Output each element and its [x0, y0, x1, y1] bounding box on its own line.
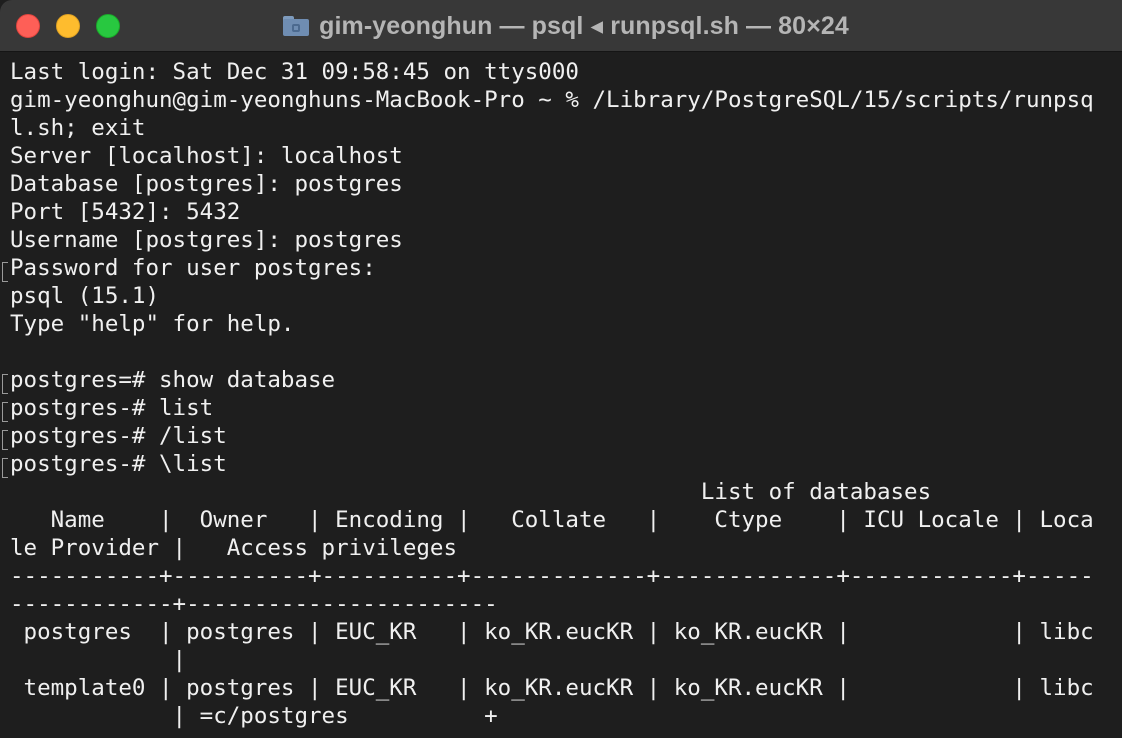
window-title-area: gim-yeonghun — psql ◂ runpsql.sh — 80×24 [0, 0, 1122, 52]
terminal-line: psql (15.1) [10, 283, 160, 309]
prompt-mark-icon [2, 374, 8, 394]
title-bar[interactable]: gim-yeonghun — psql ◂ runpsql.sh — 80×24 [0, 0, 1122, 52]
terminal-line: le Provider | Access privileges [10, 535, 458, 561]
terminal-line: Last login: Sat Dec 31 09:58:45 on ttys0… [10, 59, 579, 85]
terminal-line: Username [postgres]: postgres [10, 227, 403, 253]
terminal-line: | =c/postgres + [10, 703, 498, 729]
prompt-mark-icon [2, 402, 8, 422]
terminal-line: Name | Owner | Encoding | Collate | Ctyp… [10, 507, 1094, 533]
prompt-mark-icon [2, 430, 8, 450]
terminal-line: Password for user postgres: [10, 255, 376, 281]
terminal-line: Server [localhost]: localhost [10, 143, 403, 169]
terminal-line: Port [5432]: 5432 [10, 199, 241, 225]
terminal-line: template0 | postgres | EUC_KR | ko_KR.eu… [10, 675, 1094, 701]
terminal-line: l.sh; exit [10, 115, 146, 141]
terminal-output[interactable]: Last login: Sat Dec 31 09:58:45 on ttys0… [0, 58, 1122, 738]
terminal-line: postgres=# show database [10, 367, 336, 393]
terminal-line: postgres-# \list [10, 451, 227, 477]
prompt-mark-icon [2, 458, 8, 478]
terminal-line: gim-yeonghun@gim-yeonghuns-MacBook-Pro ~… [10, 87, 1094, 113]
terminal-line: postgres | postgres | EUC_KR | ko_KR.euc… [10, 619, 1094, 645]
terminal-line: -----------+----------+----------+------… [10, 563, 1094, 589]
terminal-line: | [10, 647, 187, 673]
terminal-line: ------------+----------------------- [10, 591, 498, 617]
folder-icon [283, 16, 310, 36]
prompt-mark-icon [2, 262, 8, 282]
terminal-line: postgres-# list [10, 395, 214, 421]
terminal-line: postgres-# /list [10, 423, 227, 449]
terminal-line: Type "help" for help. [10, 311, 295, 337]
window-title: gim-yeonghun — psql ◂ runpsql.sh — 80×24 [319, 12, 849, 40]
terminal-line: Database [postgres]: postgres [10, 171, 403, 197]
terminal-line: List of databases [10, 479, 932, 505]
terminal-lines: Last login: Sat Dec 31 09:58:45 on ttys0… [10, 58, 1094, 730]
terminal-window: gim-yeonghun — psql ◂ runpsql.sh — 80×24… [0, 0, 1122, 738]
